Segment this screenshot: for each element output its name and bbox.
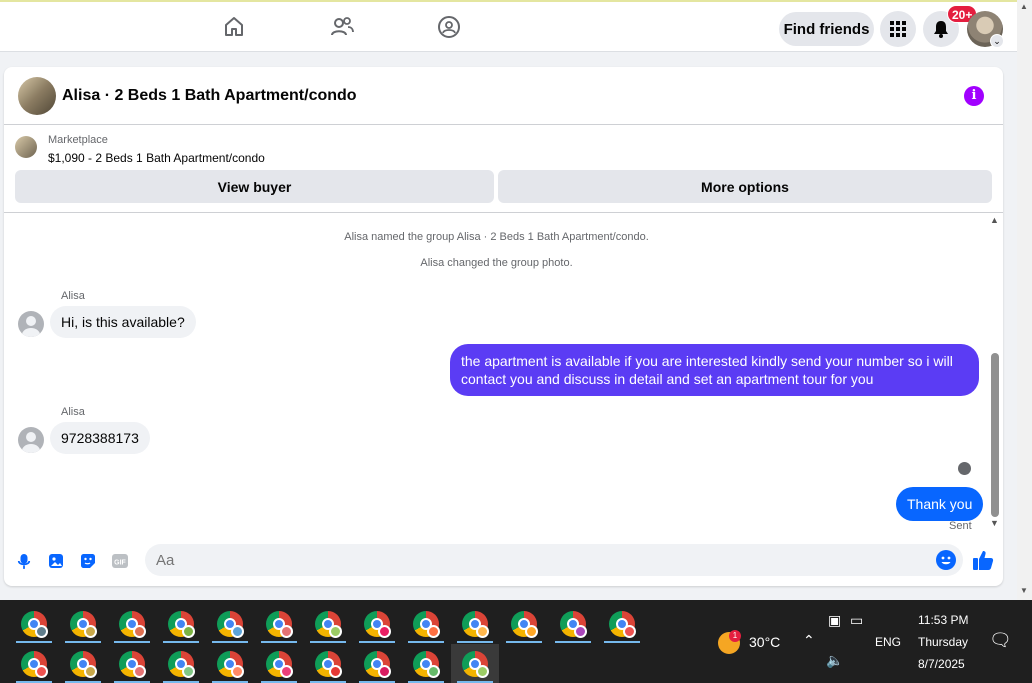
taskbar-chrome-icon[interactable] [402,644,450,683]
taskbar-chrome-icon[interactable] [108,644,156,683]
message-composer: GIF [4,536,1003,586]
taskbar-chrome-icon[interactable] [255,604,303,644]
taskbar-chrome-icon[interactable] [500,604,548,644]
weather-badge: 1 [729,630,741,642]
message-status: Sent [949,520,972,532]
sticker-icon[interactable] [79,552,97,570]
seen-by-avatar [958,462,971,475]
temperature[interactable]: 30°C [749,634,780,650]
outgoing-message[interactable]: Thank you [896,487,984,521]
page-scrollbar[interactable]: ▲ ▼ [1017,0,1032,600]
listing-title[interactable]: $1,090 - 2 Beds 1 Bath Apartment/condo [48,151,265,165]
incoming-message[interactable]: Hi, is this available? [50,306,196,338]
friends-icon[interactable] [329,14,355,40]
photo-icon[interactable] [47,552,65,570]
outgoing-message[interactable]: the apartment is available if you are in… [450,344,979,396]
taskbar-chrome-icon[interactable] [10,644,58,683]
taskbar-chrome-icon[interactable] [402,604,450,644]
chevron-up-icon[interactable]: ⌃ [803,632,815,649]
taskbar-chrome-icon[interactable] [255,644,303,683]
taskbar-chrome-icon-active[interactable] [451,644,499,683]
chat-header: Alisa · 2 Beds 1 Bath Apartment/condo i [4,67,1003,125]
groups-icon[interactable] [436,14,462,40]
listing-thumbnail[interactable] [15,136,37,158]
svg-text:GIF: GIF [114,560,126,567]
microphone-icon[interactable] [15,552,33,570]
sender-avatar[interactable] [18,427,44,453]
listing-source: Marketplace [48,134,108,146]
clock-time[interactable]: 11:53 PM [918,613,968,627]
message-scrollbar[interactable]: ▲ ▼ [989,215,1001,533]
message-input[interactable] [145,544,963,576]
system-message: Alisa changed the group photo. [420,257,573,269]
meet-now-icon[interactable]: ▣ [828,612,841,629]
info-icon[interactable]: i [964,86,984,106]
sender-avatar[interactable] [18,311,44,337]
taskbar-chrome-icon[interactable] [549,604,597,644]
sender-name: Alisa [61,406,85,418]
sender-name: Alisa [61,290,85,302]
taskbar-chrome-icon[interactable] [353,644,401,683]
clock-day[interactable]: Thursday [918,635,968,649]
taskbar-chrome-icon[interactable] [108,604,156,644]
menu-grid-button[interactable] [880,11,916,47]
more-options-button[interactable]: More options [498,170,992,203]
taskbar-chrome-icon[interactable] [206,644,254,683]
view-buyer-button[interactable]: View buyer [15,170,494,203]
scrollbar-thumb[interactable] [991,353,999,517]
marketplace-listing: Marketplace $1,090 - 2 Beds 1 Bath Apart… [4,125,1003,213]
taskbar-chrome-icon[interactable] [206,604,254,644]
message-list: Alisa named the group Alisa · 2 Beds 1 B… [4,214,1003,536]
scroll-down-arrow-icon[interactable]: ▼ [1020,586,1028,595]
top-navigation-bar: Find friends 20+ ⌄ [0,0,1017,52]
taskbar-chrome-icon[interactable] [451,604,499,644]
taskbar-chrome-icon[interactable] [59,604,107,644]
group-photo[interactable] [18,77,56,115]
taskbar-chrome-icon[interactable] [598,604,646,644]
emoji-icon[interactable] [936,550,956,570]
volume-icon[interactable]: 🔈 [826,652,843,669]
scroll-down-arrow-icon[interactable]: ▼ [990,518,999,528]
network-icon[interactable]: ▭ [850,612,863,629]
thumbs-up-icon[interactable] [972,549,994,571]
scroll-up-arrow-icon[interactable]: ▲ [990,215,999,225]
home-icon[interactable] [221,14,247,40]
clock-date[interactable]: 8/7/2025 [918,657,965,671]
taskbar-chrome-icon[interactable] [10,604,58,644]
taskbar-chrome-icon[interactable] [304,604,352,644]
bell-icon [934,21,948,38]
grid-icon [890,21,906,37]
chat-window: Alisa · 2 Beds 1 Bath Apartment/condo i … [4,67,1003,586]
taskbar-chrome-icon[interactable] [304,644,352,683]
find-friends-button[interactable]: Find friends [779,12,874,46]
scroll-up-arrow-icon[interactable]: ▲ [1020,2,1028,11]
taskbar-chrome-icon[interactable] [157,644,205,683]
chat-title[interactable]: Alisa · 2 Beds 1 Bath Apartment/condo [62,87,357,105]
chevron-down-icon[interactable]: ⌄ [990,34,1004,48]
taskbar-chrome-icon[interactable] [157,604,205,644]
system-message: Alisa named the group Alisa · 2 Beds 1 B… [344,231,649,243]
taskbar-chrome-icon[interactable] [353,604,401,644]
taskbar-chrome-icon[interactable] [59,644,107,683]
windows-taskbar: 1 30°C ⌃ ▣ ▭ 🔈 ENG 11:53 PM Thursday 8/7… [0,600,1032,683]
incoming-message[interactable]: 9728388173 [50,422,150,454]
language-indicator[interactable]: ENG [875,635,901,649]
gif-icon[interactable]: GIF [111,552,129,570]
notification-center-icon[interactable]: 🗨 [989,630,1012,651]
